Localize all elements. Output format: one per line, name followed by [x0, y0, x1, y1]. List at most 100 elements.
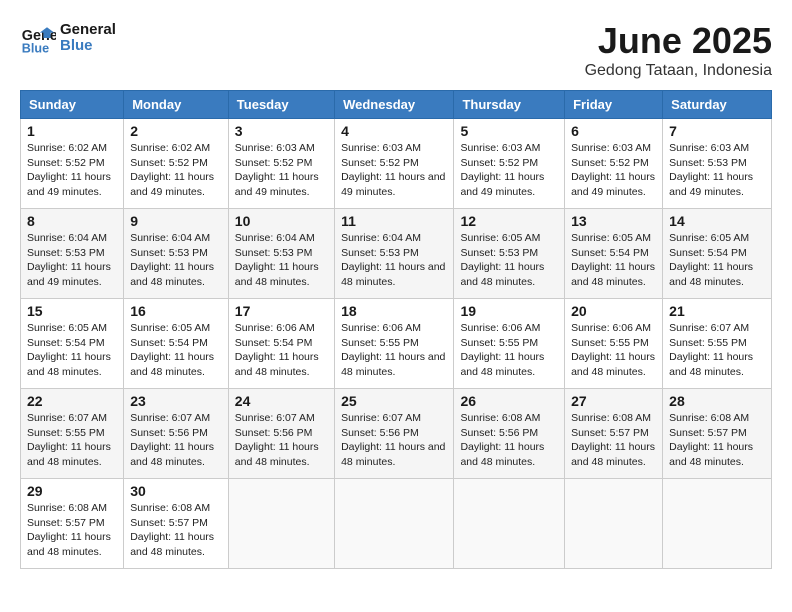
day-info: Sunrise: 6:03 AMSunset: 5:52 PMDaylight:… [571, 142, 655, 198]
table-row: 29 Sunrise: 6:08 AMSunset: 5:57 PMDaylig… [21, 479, 124, 569]
day-number: 20 [571, 303, 656, 319]
table-row [228, 479, 334, 569]
month-title: June 2025 [585, 20, 772, 62]
day-number: 25 [341, 393, 447, 409]
day-number: 6 [571, 123, 656, 139]
day-info: Sunrise: 6:08 AMSunset: 5:57 PMDaylight:… [571, 412, 655, 468]
day-info: Sunrise: 6:02 AMSunset: 5:52 PMDaylight:… [27, 142, 111, 198]
logo-text-general: General [60, 22, 116, 39]
location-title: Gedong Tataan, Indonesia [585, 62, 772, 80]
day-info: Sunrise: 6:07 AMSunset: 5:55 PMDaylight:… [27, 412, 111, 468]
table-row: 5 Sunrise: 6:03 AMSunset: 5:52 PMDayligh… [454, 119, 565, 209]
col-wednesday: Wednesday [335, 91, 454, 119]
table-row: 14 Sunrise: 6:05 AMSunset: 5:54 PMDaylig… [663, 209, 772, 299]
page-header: General Blue General Blue June 2025 Gedo… [20, 20, 772, 80]
table-row: 26 Sunrise: 6:08 AMSunset: 5:56 PMDaylig… [454, 389, 565, 479]
table-row [335, 479, 454, 569]
table-row: 13 Sunrise: 6:05 AMSunset: 5:54 PMDaylig… [565, 209, 663, 299]
table-row: 22 Sunrise: 6:07 AMSunset: 5:55 PMDaylig… [21, 389, 124, 479]
col-monday: Monday [124, 91, 229, 119]
day-number: 29 [27, 483, 117, 499]
day-info: Sunrise: 6:07 AMSunset: 5:56 PMDaylight:… [235, 412, 319, 468]
table-row [663, 479, 772, 569]
day-number: 1 [27, 123, 117, 139]
day-info: Sunrise: 6:06 AMSunset: 5:55 PMDaylight:… [571, 322, 655, 378]
day-number: 16 [130, 303, 222, 319]
table-row [565, 479, 663, 569]
day-info: Sunrise: 6:08 AMSunset: 5:57 PMDaylight:… [27, 502, 111, 558]
calendar-week-row: 15 Sunrise: 6:05 AMSunset: 5:54 PMDaylig… [21, 299, 772, 389]
calendar-week-row: 22 Sunrise: 6:07 AMSunset: 5:55 PMDaylig… [21, 389, 772, 479]
day-info: Sunrise: 6:05 AMSunset: 5:54 PMDaylight:… [669, 232, 753, 288]
table-row [454, 479, 565, 569]
day-info: Sunrise: 6:08 AMSunset: 5:57 PMDaylight:… [669, 412, 753, 468]
table-row: 11 Sunrise: 6:04 AMSunset: 5:53 PMDaylig… [335, 209, 454, 299]
day-info: Sunrise: 6:03 AMSunset: 5:53 PMDaylight:… [669, 142, 753, 198]
day-number: 18 [341, 303, 447, 319]
day-number: 7 [669, 123, 765, 139]
day-info: Sunrise: 6:05 AMSunset: 5:54 PMDaylight:… [27, 322, 111, 378]
day-info: Sunrise: 6:04 AMSunset: 5:53 PMDaylight:… [27, 232, 111, 288]
day-number: 15 [27, 303, 117, 319]
table-row: 15 Sunrise: 6:05 AMSunset: 5:54 PMDaylig… [21, 299, 124, 389]
table-row: 4 Sunrise: 6:03 AMSunset: 5:52 PMDayligh… [335, 119, 454, 209]
table-row: 9 Sunrise: 6:04 AMSunset: 5:53 PMDayligh… [124, 209, 229, 299]
day-info: Sunrise: 6:06 AMSunset: 5:54 PMDaylight:… [235, 322, 319, 378]
table-row: 2 Sunrise: 6:02 AMSunset: 5:52 PMDayligh… [124, 119, 229, 209]
calendar-table: Sunday Monday Tuesday Wednesday Thursday… [20, 90, 772, 569]
day-info: Sunrise: 6:04 AMSunset: 5:53 PMDaylight:… [235, 232, 319, 288]
table-row: 23 Sunrise: 6:07 AMSunset: 5:56 PMDaylig… [124, 389, 229, 479]
day-number: 8 [27, 213, 117, 229]
table-row: 8 Sunrise: 6:04 AMSunset: 5:53 PMDayligh… [21, 209, 124, 299]
col-tuesday: Tuesday [228, 91, 334, 119]
day-info: Sunrise: 6:04 AMSunset: 5:53 PMDaylight:… [341, 232, 445, 288]
logo-text-blue: Blue [60, 38, 116, 55]
day-number: 12 [460, 213, 558, 229]
col-sunday: Sunday [21, 91, 124, 119]
day-info: Sunrise: 6:03 AMSunset: 5:52 PMDaylight:… [460, 142, 544, 198]
day-info: Sunrise: 6:03 AMSunset: 5:52 PMDaylight:… [235, 142, 319, 198]
table-row: 27 Sunrise: 6:08 AMSunset: 5:57 PMDaylig… [565, 389, 663, 479]
day-number: 2 [130, 123, 222, 139]
table-row: 3 Sunrise: 6:03 AMSunset: 5:52 PMDayligh… [228, 119, 334, 209]
day-number: 27 [571, 393, 656, 409]
day-info: Sunrise: 6:07 AMSunset: 5:55 PMDaylight:… [669, 322, 753, 378]
logo: General Blue General Blue [20, 20, 116, 56]
day-number: 5 [460, 123, 558, 139]
header-row: Sunday Monday Tuesday Wednesday Thursday… [21, 91, 772, 119]
table-row: 10 Sunrise: 6:04 AMSunset: 5:53 PMDaylig… [228, 209, 334, 299]
day-number: 24 [235, 393, 328, 409]
col-thursday: Thursday [454, 91, 565, 119]
day-number: 30 [130, 483, 222, 499]
logo-icon: General Blue [20, 20, 56, 56]
day-number: 14 [669, 213, 765, 229]
day-info: Sunrise: 6:05 AMSunset: 5:53 PMDaylight:… [460, 232, 544, 288]
calendar-body: 1 Sunrise: 6:02 AMSunset: 5:52 PMDayligh… [21, 119, 772, 569]
table-row: 24 Sunrise: 6:07 AMSunset: 5:56 PMDaylig… [228, 389, 334, 479]
day-number: 23 [130, 393, 222, 409]
title-block: June 2025 Gedong Tataan, Indonesia [585, 20, 772, 80]
day-info: Sunrise: 6:06 AMSunset: 5:55 PMDaylight:… [341, 322, 445, 378]
table-row: 7 Sunrise: 6:03 AMSunset: 5:53 PMDayligh… [663, 119, 772, 209]
day-info: Sunrise: 6:08 AMSunset: 5:56 PMDaylight:… [460, 412, 544, 468]
day-number: 13 [571, 213, 656, 229]
day-info: Sunrise: 6:03 AMSunset: 5:52 PMDaylight:… [341, 142, 445, 198]
day-info: Sunrise: 6:05 AMSunset: 5:54 PMDaylight:… [571, 232, 655, 288]
table-row: 19 Sunrise: 6:06 AMSunset: 5:55 PMDaylig… [454, 299, 565, 389]
day-info: Sunrise: 6:07 AMSunset: 5:56 PMDaylight:… [341, 412, 445, 468]
day-number: 28 [669, 393, 765, 409]
day-info: Sunrise: 6:05 AMSunset: 5:54 PMDaylight:… [130, 322, 214, 378]
table-row: 25 Sunrise: 6:07 AMSunset: 5:56 PMDaylig… [335, 389, 454, 479]
table-row: 18 Sunrise: 6:06 AMSunset: 5:55 PMDaylig… [335, 299, 454, 389]
calendar-week-row: 8 Sunrise: 6:04 AMSunset: 5:53 PMDayligh… [21, 209, 772, 299]
calendar-week-row: 29 Sunrise: 6:08 AMSunset: 5:57 PMDaylig… [21, 479, 772, 569]
table-row: 12 Sunrise: 6:05 AMSunset: 5:53 PMDaylig… [454, 209, 565, 299]
day-info: Sunrise: 6:04 AMSunset: 5:53 PMDaylight:… [130, 232, 214, 288]
day-info: Sunrise: 6:02 AMSunset: 5:52 PMDaylight:… [130, 142, 214, 198]
day-info: Sunrise: 6:06 AMSunset: 5:55 PMDaylight:… [460, 322, 544, 378]
table-row: 1 Sunrise: 6:02 AMSunset: 5:52 PMDayligh… [21, 119, 124, 209]
day-number: 17 [235, 303, 328, 319]
day-number: 10 [235, 213, 328, 229]
day-info: Sunrise: 6:08 AMSunset: 5:57 PMDaylight:… [130, 502, 214, 558]
col-friday: Friday [565, 91, 663, 119]
